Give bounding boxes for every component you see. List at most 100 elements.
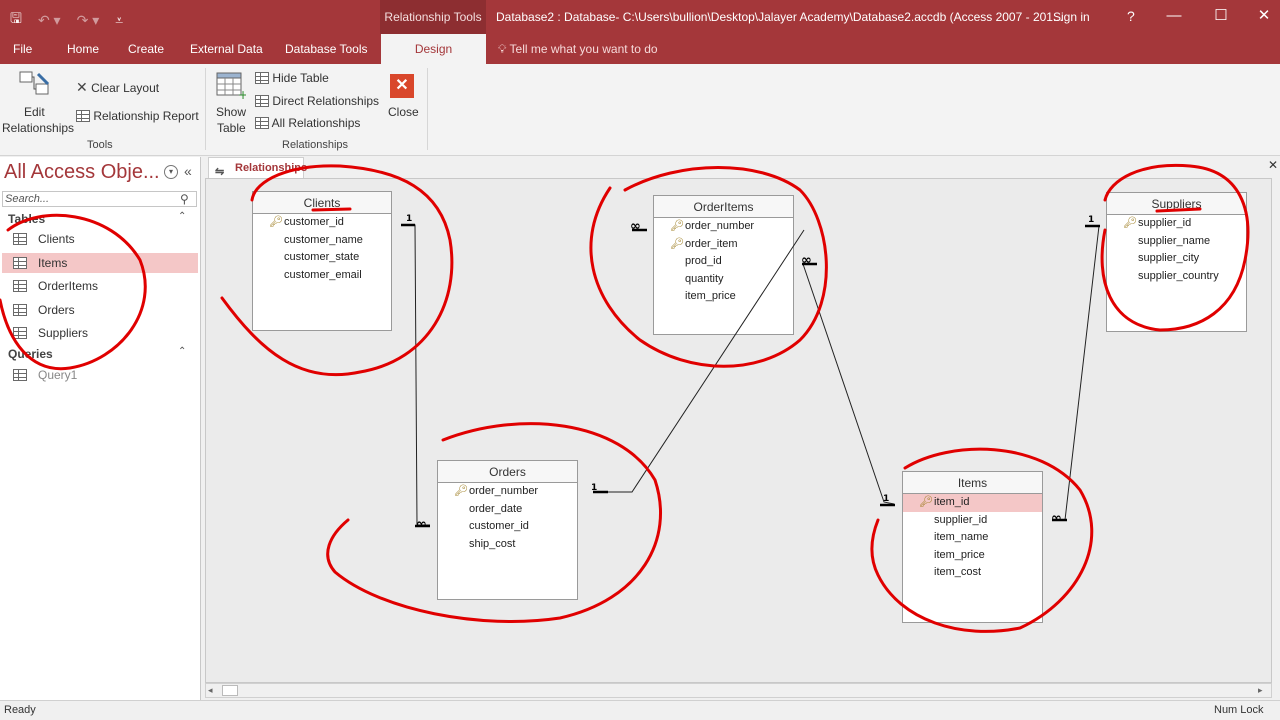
all-relationships-icon (255, 117, 269, 129)
minimize-button[interactable]: — (1162, 5, 1186, 27)
table-icon (255, 72, 269, 84)
ribbon-separator (427, 68, 428, 150)
context-group-label: Relationship Tools (380, 0, 486, 34)
tab-create[interactable]: Create (128, 42, 164, 56)
table-icon (13, 280, 27, 292)
cardinality-many: ∞ (801, 253, 812, 268)
cardinality-many: ∞ (416, 517, 427, 532)
num-lock-indicator: Num Lock (1214, 704, 1264, 716)
direct-relationships-button[interactable]: Direct Relationships (255, 94, 379, 108)
nav-search-input[interactable]: Search... (2, 191, 197, 207)
tab-design[interactable]: Design (381, 34, 486, 64)
restore-button[interactable]: ☐ (1209, 5, 1233, 27)
all-relationships-button[interactable]: All Relationships (255, 116, 360, 130)
tell-me-search[interactable]: 💡︎ Tell me what you want to do (498, 42, 658, 57)
horizontal-scrollbar[interactable]: ◂ ▸ (205, 683, 1272, 698)
collapse-pane-icon[interactable]: « (184, 163, 192, 179)
nav-item-label: Query1 (38, 368, 78, 382)
hide-table-button[interactable]: Hide Table (255, 71, 329, 85)
nav-pane-title[interactable]: All Access Obje... (4, 161, 160, 184)
query-icon (13, 369, 27, 381)
nav-item-query1[interactable]: Query1 (2, 365, 198, 385)
tell-me-text: Tell me what you want to do (509, 42, 658, 56)
customize-qat-icon[interactable]: ⩡ (115, 12, 123, 29)
clear-layout-label: Clear Layout (91, 81, 160, 95)
nav-item-orders[interactable]: Orders (2, 300, 198, 320)
cardinality-one: 1 (883, 494, 889, 504)
cardinality-many: ∞ (630, 219, 641, 234)
table-icon (13, 327, 27, 339)
direct-relationships-icon (255, 95, 269, 107)
cardinality-one: 1 (406, 214, 412, 224)
show-table-icon[interactable]: + (216, 70, 248, 103)
status-text: Ready (4, 704, 36, 716)
navigation-pane: All Access Obje... ▾ « Search... ⚲ Table… (0, 157, 201, 700)
lightbulb-icon: 💡︎ (498, 42, 510, 56)
direct-relationships-label: Direct Relationships (272, 94, 380, 108)
close-label[interactable]: Close (388, 105, 419, 119)
save-icon[interactable]: 🖫 (10, 8, 22, 32)
nav-item-label: Suppliers (38, 326, 89, 340)
ribbon-separator (205, 68, 206, 150)
tab-external-data[interactable]: External Data (190, 42, 263, 56)
nav-item-suppliers[interactable]: Suppliers (2, 323, 198, 343)
title-bar: 🖫 ↶ ▾ ↷ ▾ ⩡ Relationship Tools Database2… (0, 0, 1280, 34)
scroll-left-icon[interactable]: ◂ (208, 685, 213, 696)
table-icon (13, 257, 27, 269)
all-relationships-label: All Relationships (271, 116, 361, 130)
sign-in-link[interactable]: Sign in (1053, 10, 1090, 24)
collapse-group-icon[interactable]: ⌃ (178, 211, 186, 222)
status-bar: Ready Num Lock (0, 700, 1280, 720)
nav-item-label: Items (38, 256, 68, 270)
tab-database-tools[interactable]: Database Tools (285, 42, 368, 56)
edit-relationships-icon[interactable] (18, 70, 52, 105)
clear-layout-button[interactable]: ✕ Clear Layout (76, 79, 159, 96)
undo-icon[interactable]: ↶ ▾ (38, 12, 61, 29)
doc-tab-label: Relationships (235, 162, 308, 174)
relationship-report-label: Relationship Report (93, 109, 199, 123)
tools-group-label: Tools (87, 139, 113, 151)
cardinality-one: 1 (1088, 215, 1094, 225)
edit-relationships-label-1[interactable]: Edit (24, 105, 45, 119)
ribbon: Edit Relationships ✕ Clear Layout Relati… (0, 64, 1280, 156)
ribbon-tabs: File Home Create External Data Database … (0, 34, 1280, 64)
collapse-group-icon[interactable]: ⌃ (178, 346, 186, 357)
tab-home[interactable]: Home (67, 42, 99, 56)
nav-item-label: Clients (38, 232, 75, 246)
clear-x-icon: ✕ (76, 79, 88, 95)
close-x-icon[interactable]: ✕ (390, 74, 414, 98)
show-table-label-1[interactable]: Show (216, 105, 246, 119)
search-icon[interactable]: ⚲ (180, 192, 189, 206)
nav-item-items[interactable]: Items (2, 253, 198, 273)
svg-text:+: + (238, 88, 246, 100)
edit-relationships-label-2[interactable]: Relationships (2, 121, 74, 135)
close-window-button[interactable]: ✕ (1252, 5, 1276, 27)
quick-access-toolbar: 🖫 ↶ ▾ ↷ ▾ ⩡ (10, 8, 123, 32)
table-icon (13, 233, 27, 245)
relationship-report-button[interactable]: Relationship Report (76, 109, 199, 123)
table-icon (13, 304, 27, 316)
help-button[interactable]: ? (1127, 8, 1135, 24)
nav-menu-icon[interactable]: ▾ (164, 165, 178, 179)
relationship-lines: 1 ∞ ∞ 1 ∞ 1 1 ∞ (401, 214, 1100, 532)
tab-relationships[interactable]: ⇋ Relationships (208, 157, 308, 178)
nav-item-label: OrderItems (38, 279, 99, 293)
nav-item-orderitems[interactable]: OrderItems (2, 276, 198, 296)
redo-icon[interactable]: ↷ ▾ (77, 12, 100, 29)
cardinality-many: ∞ (1051, 511, 1062, 526)
relationships-canvas[interactable]: Clients 🔑︎ customer_id customer_name cust… (205, 178, 1272, 683)
relationships-group-label: Relationships (282, 139, 349, 151)
nav-item-clients[interactable]: Clients (2, 229, 198, 249)
nav-group-queries[interactable]: Queries (8, 347, 53, 361)
show-table-label-2[interactable]: Table (217, 121, 246, 135)
scroll-right-icon[interactable]: ▸ (1258, 685, 1263, 696)
nav-group-tables[interactable]: Tables (8, 212, 45, 226)
scroll-thumb[interactable] (222, 685, 238, 696)
close-document-icon[interactable]: ✕ (1268, 158, 1278, 172)
hide-table-label: Hide Table (272, 71, 329, 85)
cardinality-one: 1 (591, 483, 597, 493)
nav-item-label: Orders (38, 303, 75, 317)
vertical-scrollbar[interactable] (1272, 178, 1280, 698)
report-icon (76, 110, 90, 122)
tab-file[interactable]: File (13, 42, 32, 56)
